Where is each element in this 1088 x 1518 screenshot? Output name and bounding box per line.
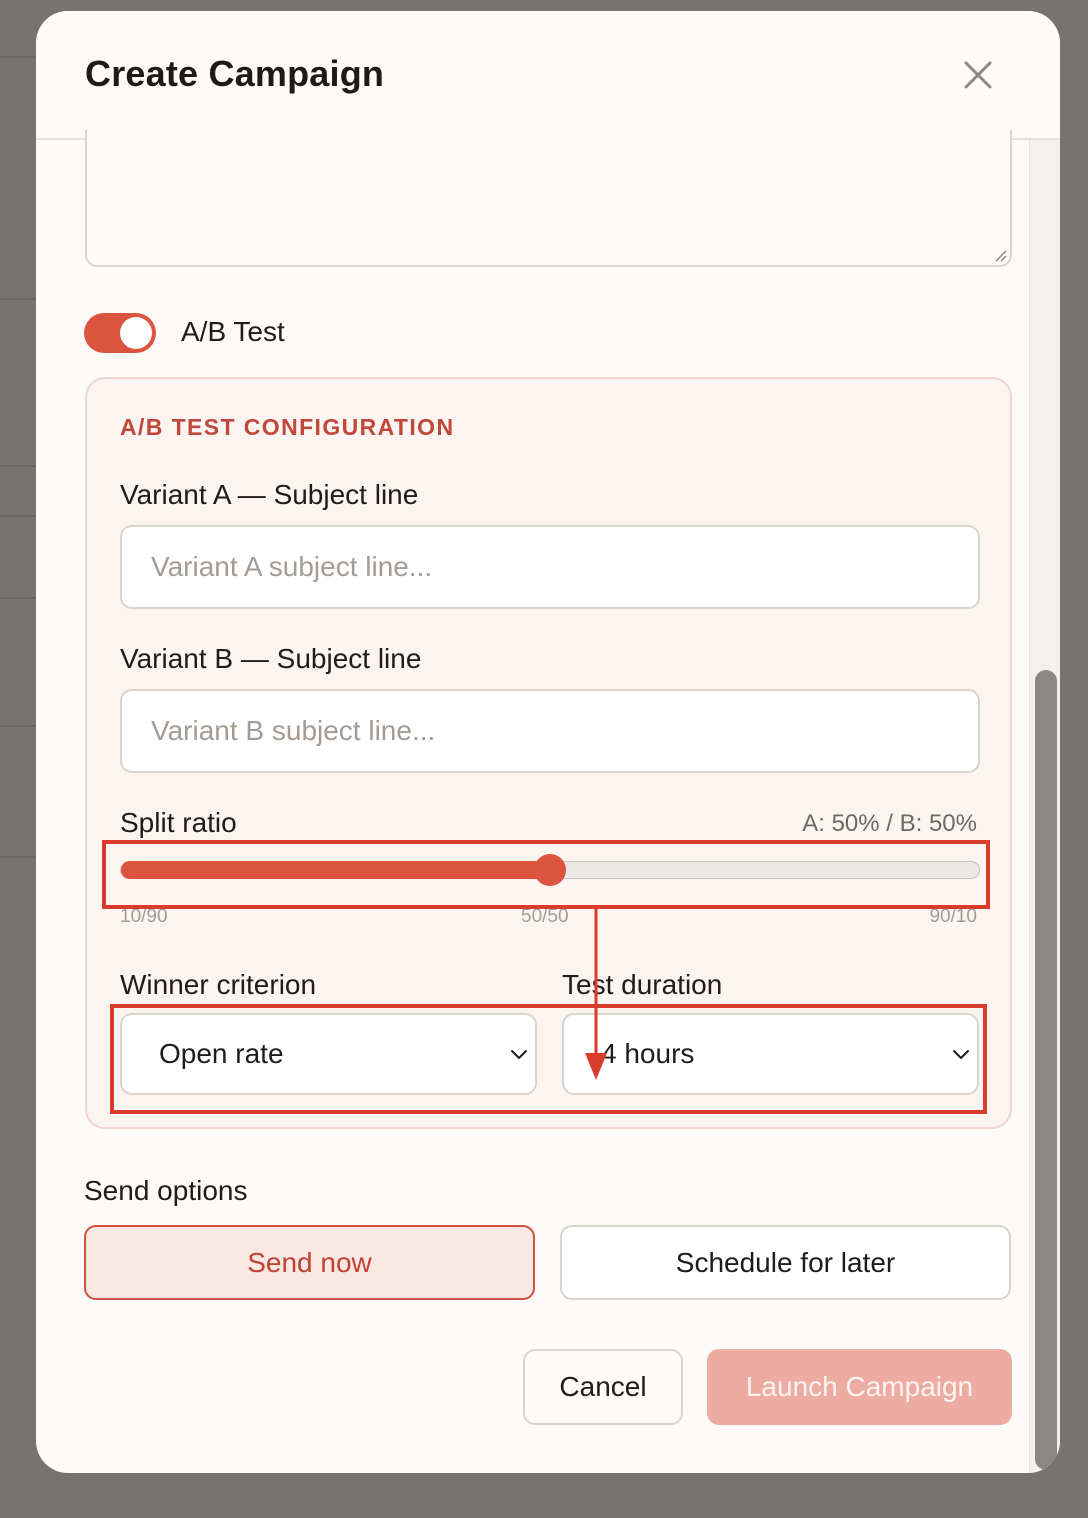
modal-header: Create Campaign [36, 11, 1060, 140]
campaign-body-textarea[interactable] [85, 130, 1012, 267]
slider-tick-max: 90/10 [929, 906, 977, 927]
backdrop-line [0, 515, 40, 517]
backdrop-line [0, 856, 40, 858]
backdrop-line [0, 56, 40, 58]
send-now-button[interactable]: Send now [84, 1225, 535, 1300]
annotation-box-selects [110, 1004, 987, 1114]
split-ratio-value: A: 50% / B: 50% [802, 810, 977, 837]
backdrop-line [0, 725, 40, 727]
ab-test-config-panel: A/B TEST CONFIGURATION Variant A — Subje… [85, 377, 1012, 1129]
create-campaign-modal: Create Campaign A/B Test A/B TEST CONFIG… [36, 11, 1060, 1473]
annotation-box-slider [102, 840, 990, 909]
variant-b-label: Variant B — Subject line [120, 643, 422, 674]
variant-a-label: Variant A — Subject line [120, 479, 419, 510]
ab-config-heading: A/B TEST CONFIGURATION [120, 414, 455, 440]
resize-grip-icon[interactable] [991, 246, 1007, 262]
winner-criterion-label: Winner criterion [120, 969, 317, 1000]
backdrop-line [0, 465, 40, 467]
modal-body: A/B Test A/B TEST CONFIGURATION Variant … [36, 130, 1029, 1473]
scrollbar-thumb[interactable] [1035, 670, 1057, 1470]
ab-test-toggle-label: A/B Test [181, 316, 285, 347]
scrollbar-track[interactable] [1029, 140, 1060, 1473]
modal-title: Create Campaign [85, 53, 385, 94]
backdrop-line [0, 298, 40, 300]
cancel-button[interactable]: Cancel [523, 1349, 683, 1425]
slider-tick-min: 10/90 [120, 906, 168, 927]
variant-a-input[interactable]: Variant A subject line... [120, 525, 980, 609]
close-button[interactable] [958, 55, 998, 95]
split-ratio-label: Split ratio [120, 807, 237, 838]
variant-b-input[interactable]: Variant B subject line... [120, 689, 980, 773]
send-options-label: Send options [84, 1175, 248, 1206]
schedule-later-button[interactable]: Schedule for later [560, 1225, 1011, 1300]
launch-campaign-button[interactable]: Launch Campaign [707, 1349, 1012, 1425]
backdrop-line [0, 597, 40, 599]
ab-test-toggle[interactable] [84, 313, 156, 353]
close-icon [964, 61, 992, 89]
toggle-knob [120, 317, 152, 349]
slider-tick-mid: 50/50 [521, 906, 569, 927]
